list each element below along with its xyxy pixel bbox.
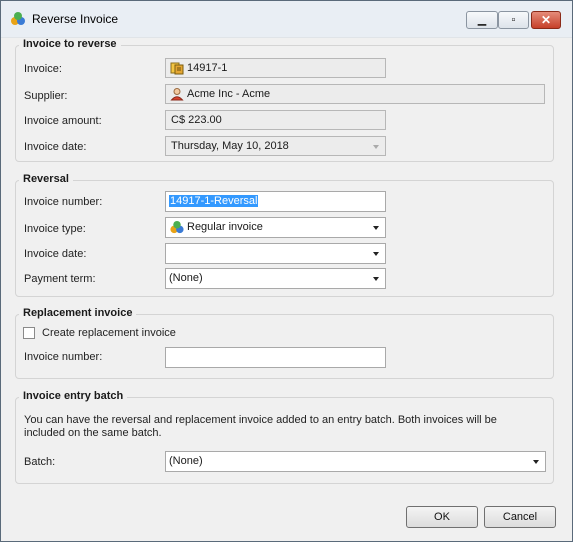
replacement-title: Replacement invoice [19,307,137,319]
close-button[interactable]: ✕ [531,11,561,29]
reversal-number-value: 14917-1-Reversal [169,195,259,207]
create-replacement-checkbox[interactable] [23,327,35,339]
batch-label: Batch: [24,456,56,468]
invoice-field: 14917-1 [165,58,386,78]
payment-term-value: (None) [169,272,203,284]
reversal-date-picker[interactable] [165,243,386,264]
invoice-label: Invoice: [24,63,62,75]
invoice-date-field: Thursday, May 10, 2018 [165,136,386,156]
chevron-down-icon [373,145,379,149]
invoice-amount-field: C$ 223.00 [165,110,386,130]
reverse-invoice-dialog: Reverse Invoice ▁ ▫ ✕ Invoice to reverse… [0,0,573,542]
reversal-number-label: Invoice number: [24,196,103,208]
reversal-number-input[interactable]: 14917-1-Reversal [165,191,386,212]
reversal-date-label: Invoice date: [24,248,87,260]
invoice-value: 14917-1 [187,62,228,74]
close-icon: ✕ [540,13,552,27]
supplier-label: Supplier: [24,90,68,102]
chevron-down-icon [373,277,379,281]
supplier-value: Acme Inc - Acme [187,88,271,100]
reversal-title: Reversal [19,173,73,185]
invoice-date-label: Invoice date: [24,141,87,153]
chevron-down-icon [533,460,539,464]
invoice-type-label: Invoice type: [24,223,86,235]
entry-batch-title: Invoice entry batch [19,390,128,402]
entry-batch-description: You can have the reversal and replacemen… [24,414,497,439]
batch-select[interactable]: (None) [165,451,546,472]
minimize-icon: ▁ [477,14,487,26]
colored-spheres-icon [170,220,184,234]
payment-term-label: Payment term: [24,273,96,285]
window-title: Reverse Invoice [32,12,119,26]
cancel-button[interactable]: Cancel [484,506,556,528]
payment-term-select[interactable]: (None) [165,268,386,289]
invoice-icon [170,62,184,75]
minimize-button[interactable]: ▁ [466,11,498,29]
invoice-type-select[interactable]: Regular invoice [165,217,386,238]
chevron-down-icon [373,226,379,230]
person-icon [170,88,184,101]
app-icon [11,12,25,25]
replacement-number-label: Invoice number: [24,351,103,363]
invoice-type-value: Regular invoice [187,221,263,233]
create-replacement-label[interactable]: Create replacement invoice [42,327,176,339]
invoice-amount-value: C$ 223.00 [171,114,222,126]
replacement-number-input[interactable] [165,347,386,368]
invoice-amount-label: Invoice amount: [24,115,102,127]
ok-button[interactable]: OK [406,506,478,528]
title-bar: Reverse Invoice ▁ ▫ ✕ [1,1,572,38]
batch-value: (None) [169,455,203,467]
invoice-date-value: Thursday, May 10, 2018 [171,140,289,152]
supplier-field: Acme Inc - Acme [165,84,545,104]
maximize-button[interactable]: ▫ [498,11,529,29]
maximize-icon: ▫ [511,14,516,26]
invoice-to-reverse-title: Invoice to reverse [19,38,121,50]
chevron-down-icon [373,252,379,256]
